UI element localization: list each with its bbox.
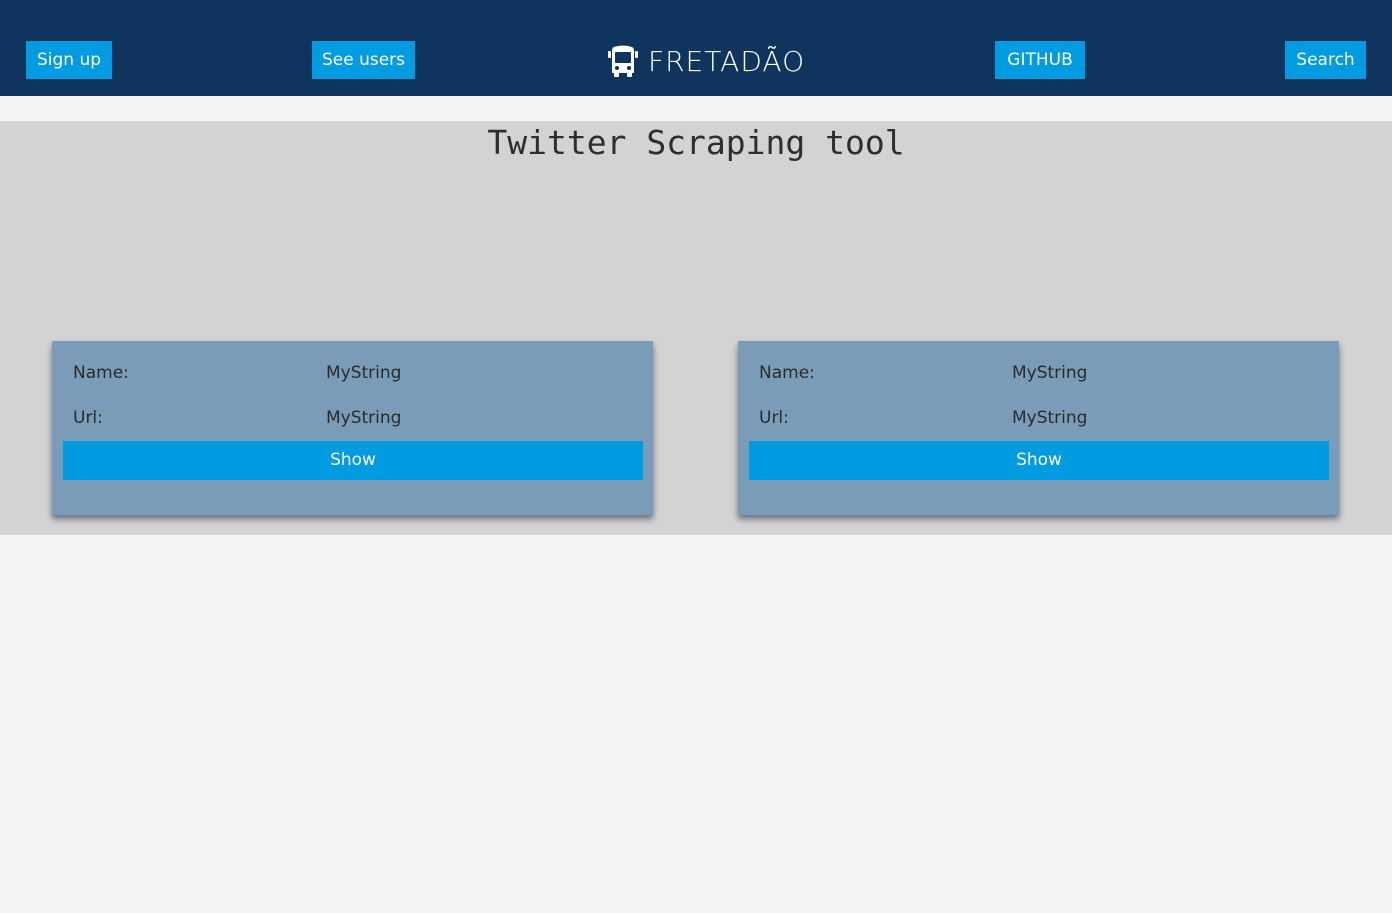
url-value: MyString [326,408,402,428]
sign-up-button[interactable]: Sign up [26,41,112,79]
top-navbar: Sign up See users FRETADÃO GITHUB Search [0,0,1392,96]
see-users-button[interactable]: See users [312,41,415,79]
url-label: Url: [759,408,789,428]
brand-logo-link[interactable]: FRETADÃO [606,42,805,80]
name-label: Name: [73,363,129,383]
name-label: Name: [759,363,815,383]
show-button[interactable]: Show [63,441,643,480]
name-value: MyString [326,363,402,383]
show-button[interactable]: Show [749,441,1329,480]
brand-name: FRETADÃO [648,44,806,78]
url-label: Url: [73,408,103,428]
github-button[interactable]: GITHUB [995,41,1085,79]
profile-card: Name: MyString Url: MyString Show [52,341,653,515]
search-button[interactable]: Search [1285,41,1366,79]
profile-card: Name: MyString Url: MyString Show [738,341,1339,515]
page-title: Twitter Scraping tool [487,123,905,162]
bus-icon [606,44,640,78]
url-value: MyString [1012,408,1088,428]
name-value: MyString [1012,363,1088,383]
